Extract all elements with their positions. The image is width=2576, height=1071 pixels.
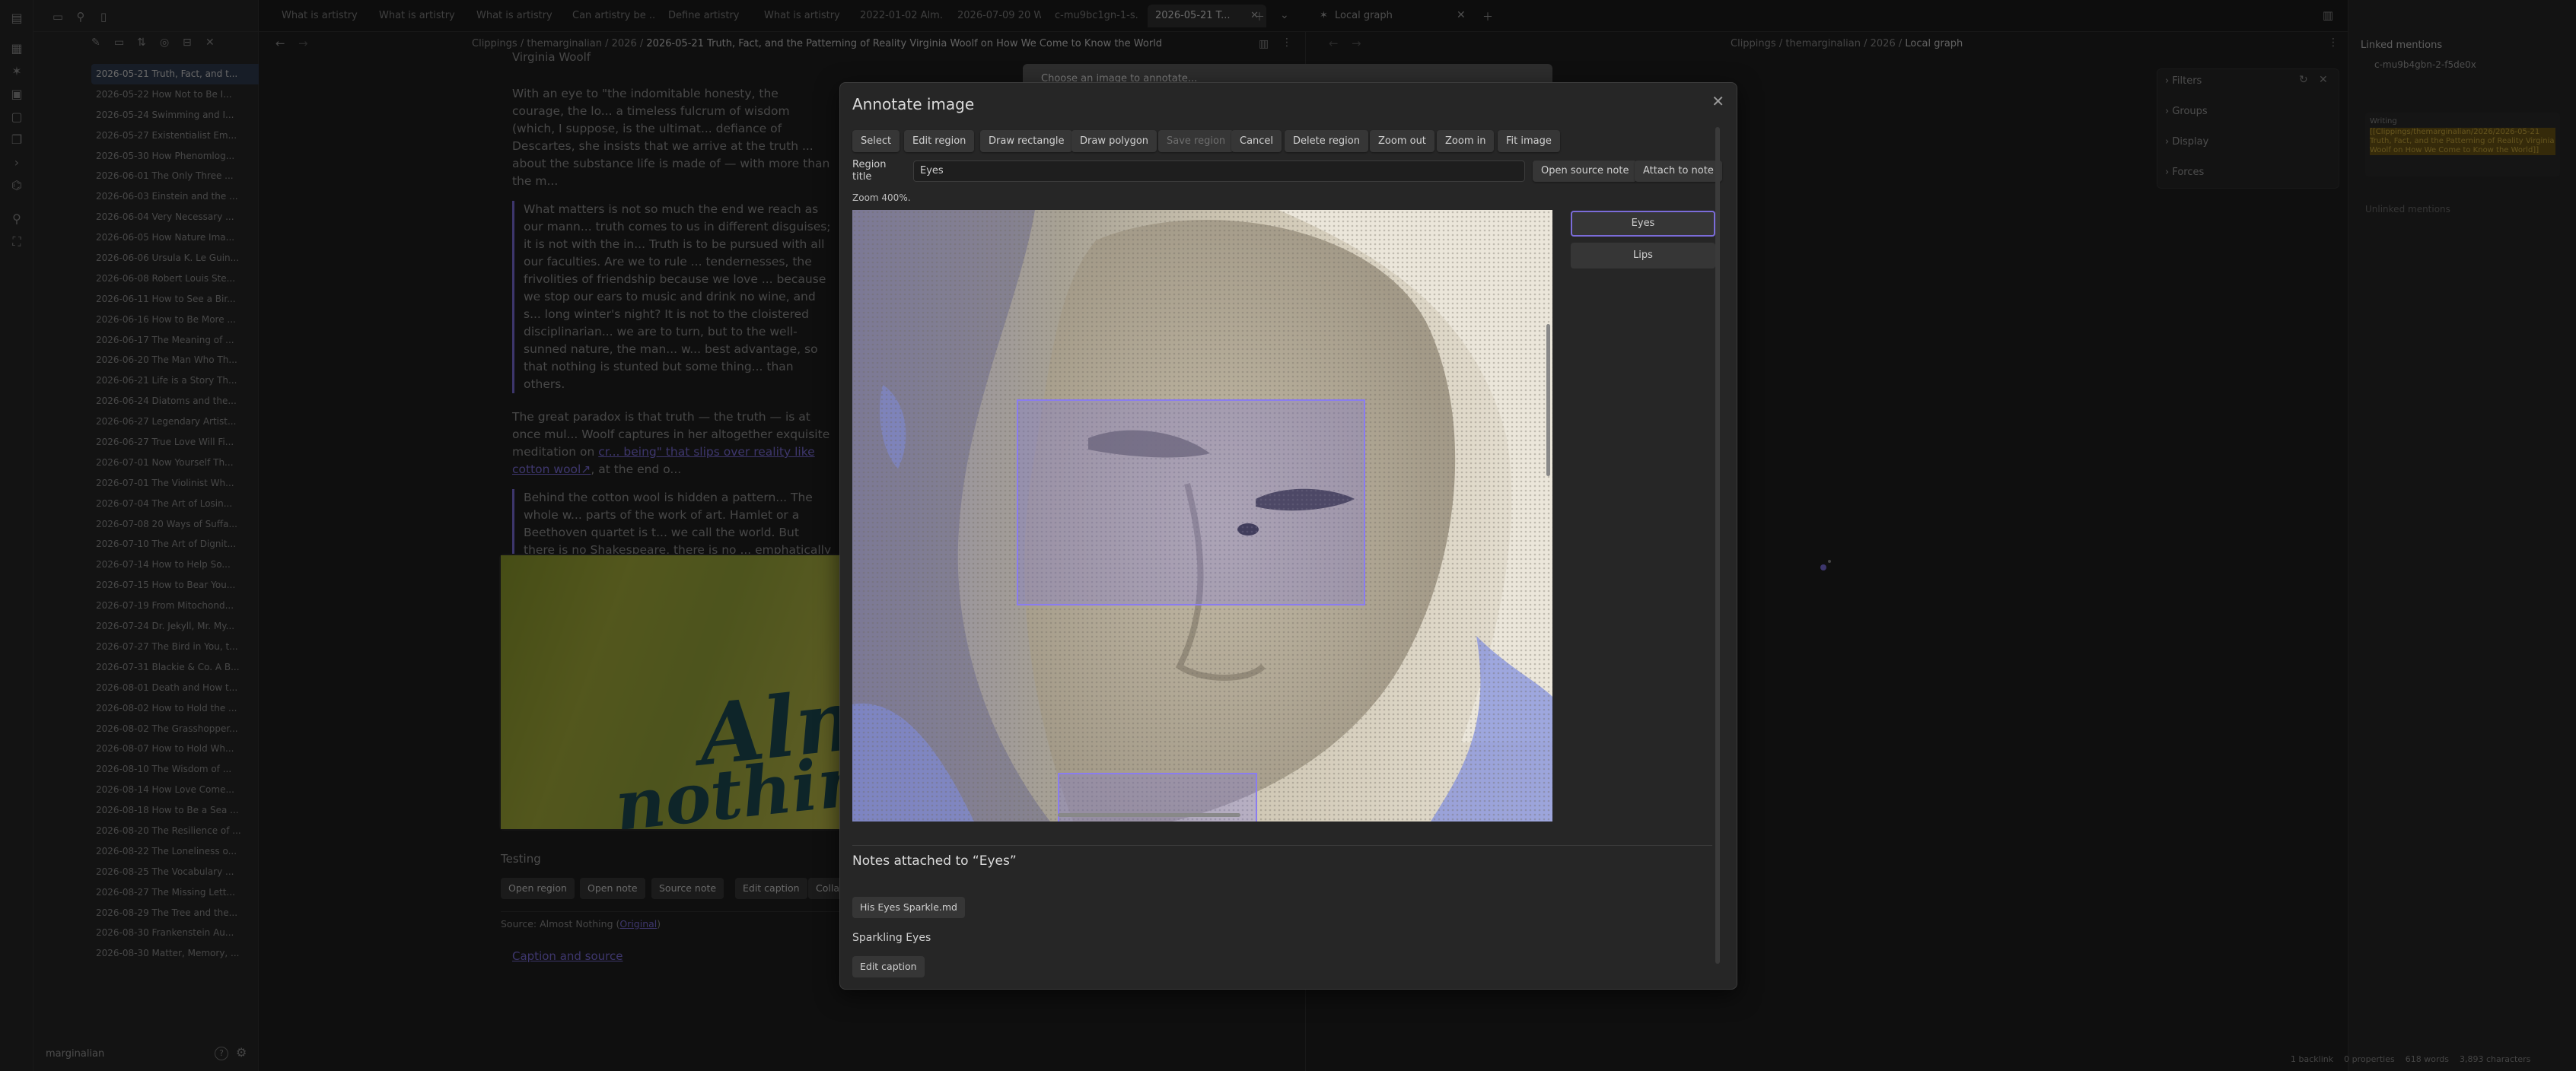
region-eyes[interactable] — [1017, 399, 1365, 605]
zoom-in-button[interactable]: Zoom in — [1437, 130, 1495, 152]
app-window: ▤ ▦ ✶ ▣ ▢ ❐ › ⌬ ⚲ ⛶ ▭ ⚲ ▯ ✎ ▭ ⇅ ◎ ⊟ ✕ 20… — [0, 0, 2576, 1071]
draw-polygon-button[interactable]: Draw polygon — [1071, 130, 1157, 152]
fit-image-button[interactable]: Fit image — [1498, 130, 1560, 152]
save-region-button[interactable]: Save region — [1158, 130, 1234, 152]
cancel-button[interactable]: Cancel — [1231, 130, 1282, 152]
region-title-input[interactable]: Eyes — [913, 160, 1525, 182]
select-button[interactable]: Select — [852, 130, 900, 152]
draw-rectangle-button[interactable]: Draw rectangle — [980, 130, 1073, 152]
region-item-lips[interactable]: Lips — [1571, 243, 1715, 269]
annotation-canvas[interactable] — [852, 210, 1552, 822]
zoom-level: Zoom 400%. — [852, 192, 911, 203]
horizontal-scrollbar[interactable] — [1058, 813, 1240, 817]
region-item-eyes[interactable]: Eyes — [1571, 211, 1715, 237]
edit-region-button[interactable]: Edit region — [904, 130, 975, 152]
annotate-image-modal: Annotate image ✕ Select Edit region Draw… — [839, 82, 1737, 990]
edit-caption-button[interactable]: Edit caption — [852, 956, 925, 977]
attached-note-button[interactable]: His Eyes Sparkle.md — [852, 897, 965, 918]
modal-title: Annotate image — [852, 95, 975, 113]
vertical-scrollbar[interactable] — [1546, 324, 1550, 476]
region-title-label: Region title — [852, 159, 887, 183]
attach-to-note-button[interactable]: Attach to note — [1635, 160, 1722, 182]
notes-heading: Notes attached to “Eyes” — [852, 853, 1017, 869]
region-caption: Sparkling Eyes — [852, 932, 931, 944]
zoom-out-button[interactable]: Zoom out — [1370, 130, 1434, 152]
delete-region-button[interactable]: Delete region — [1285, 130, 1368, 152]
close-icon[interactable]: ✕ — [1711, 92, 1724, 110]
divider — [852, 845, 1712, 846]
modal-scrollbar[interactable] — [1715, 127, 1720, 964]
open-source-note-button[interactable]: Open source note — [1533, 160, 1638, 182]
